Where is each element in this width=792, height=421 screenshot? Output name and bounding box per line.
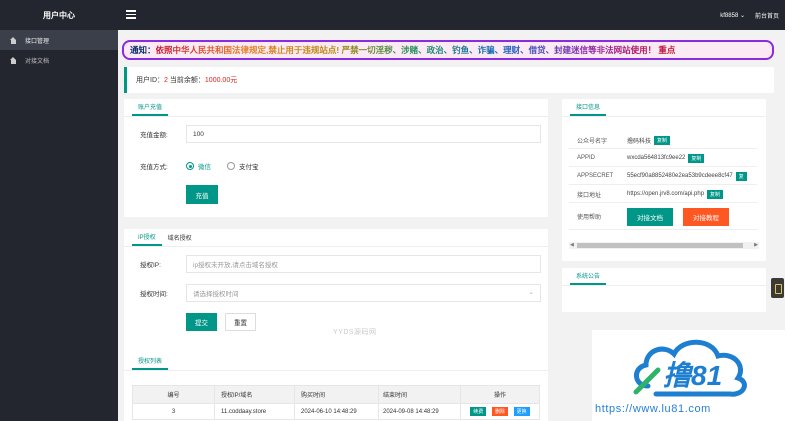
field-help: 使用帮助 对接文档 对接教程 — [569, 204, 757, 230]
radio-unchecked-icon — [227, 162, 235, 170]
method-wechat-label: 微信 — [198, 164, 211, 171]
copy-button[interactable]: 复 — [735, 171, 747, 181]
top-bar: 用户中心 kf8858 ⌄ 前台首页 — [0, 0, 785, 30]
site-logo-overlay: 撸81 https://www.lu81.com — [592, 330, 792, 421]
sidebar-item-label: 对接文档 — [25, 58, 50, 65]
cell-end-time: 2024-09-08 14:48:29 — [378, 403, 461, 420]
method-alipay[interactable]: 支付宝 — [227, 160, 259, 172]
cell-actions: 续费 删除 更换 — [460, 403, 540, 420]
sidebar-item-api-manage[interactable]: 接口管理 — [0, 30, 118, 50]
user-info-bar: 用户ID： 2 当前余额： 1000.00元 — [124, 67, 774, 93]
method-label: 充值方式: — [140, 164, 168, 171]
sidebar: 接口管理 对接文档 — [0, 30, 118, 421]
scroll-right-icon[interactable]: ▶ — [754, 242, 758, 248]
column-header: 购买时间 — [294, 385, 379, 404]
watermark-text: YYDS源码网 — [333, 329, 377, 336]
user-id-value: 2 — [164, 76, 168, 84]
sidebar-item-label: 接口管理 — [25, 38, 50, 45]
field-key: 使用帮助 — [577, 215, 602, 221]
method-alipay-label: 支付宝 — [239, 164, 259, 171]
sidebar-item-docs[interactable]: 对接文档 — [0, 50, 118, 70]
front-home-link[interactable]: 前台首页 — [755, 11, 779, 20]
page-edge — [785, 0, 792, 421]
tab-domain-auth[interactable]: 域名授权 — [162, 229, 198, 246]
home-icon — [10, 56, 17, 64]
api-info-card: 接口信息 公众号名字 撸码科技 复制 APPID wxcda564813fc9ee… — [562, 99, 766, 261]
user-menu[interactable]: kf8858 ⌄ — [720, 12, 745, 19]
notice-marquee: 通知： 依照中华人民共和国法律规定,禁止用于违规站点! 严禁一切淫秽、涉赌、政治… — [122, 40, 774, 60]
brand-title: 用户中心 — [43, 10, 75, 20]
reset-button[interactable]: 重置 — [225, 313, 256, 331]
floating-tool-icon[interactable] — [771, 278, 784, 298]
field-key: 公众号名字 — [577, 138, 608, 145]
tab-announcement[interactable]: 系统公告 — [570, 268, 607, 285]
method-wechat[interactable]: 微信 — [186, 160, 211, 172]
field-value: wxcda564813fc9ee22 — [627, 155, 686, 161]
column-header: 编号 — [132, 385, 215, 404]
auth-table: 编号 授权IP/域名 购买时间 结束时间 操作 3 11.coddaay.sto… — [132, 385, 540, 420]
field-key: APPID — [577, 155, 596, 161]
cell-domain: 11.coddaay.store — [214, 403, 295, 420]
user-id-label: 用户ID： — [136, 77, 164, 84]
field-account-name: 公众号名字 撸码科技 复制 — [569, 132, 757, 149]
chevron-down-icon: ⌄ — [528, 289, 534, 296]
scroll-left-icon[interactable]: ◀ — [570, 242, 574, 248]
recharge-card: 账户充值 充值金额: 100 充值方式: 微信 支付宝 充值 — [124, 99, 548, 217]
recharge-button[interactable]: 充值 — [186, 185, 218, 204]
balance-value: 1000.00元 — [204, 77, 238, 84]
delete-button[interactable]: 删除 — [491, 407, 508, 416]
announcement-card: 系统公告 — [562, 268, 766, 312]
copy-button[interactable]: 复制 — [707, 189, 724, 199]
balance-label: 当前余额： — [169, 77, 205, 84]
column-header: 操作 — [460, 385, 540, 404]
copy-button[interactable]: 复制 — [654, 135, 671, 145]
cell-buy-time: 2024-06-10 14:48:29 — [294, 403, 379, 420]
column-header: 授权IP/域名 — [214, 385, 295, 404]
field-api-url: 接口地址 https://open.jrv8.com/api.php 复制 — [569, 186, 757, 203]
time-label: 授权时间: — [140, 291, 168, 298]
menu-toggle-icon[interactable] — [126, 10, 136, 19]
tab-ip-auth[interactable]: IP授权 — [132, 229, 162, 246]
change-button[interactable]: 更换 — [513, 407, 530, 416]
top-right-nav: kf8858 ⌄ 前台首页 — [720, 0, 779, 30]
copy-button[interactable]: 复制 — [688, 153, 705, 163]
api-tutorial-button[interactable]: 对接教程 — [683, 207, 729, 226]
scrollbar-thumb[interactable] — [577, 243, 743, 248]
field-appsecret: APPSECRET 55ecf90a8852480e2ea53b9cdeee8c… — [569, 168, 757, 185]
radio-checked-icon — [186, 162, 194, 170]
time-select[interactable]: 请选择授权时间 ⌄ — [186, 284, 541, 302]
amount-label: 充值金额: — [140, 132, 168, 139]
ip-input[interactable]: ip授权未开放,请点击域名授权 — [186, 255, 541, 273]
logo-text: 撸81 — [663, 360, 723, 391]
user-name: kf8858 — [720, 12, 739, 19]
auth-list-card: 授权列表 编号 授权IP/域名 购买时间 结束时间 操作 3 11.coddaa… — [124, 353, 548, 421]
column-header: 结束时间 — [378, 385, 461, 404]
submit-button[interactable]: 提交 — [186, 313, 217, 331]
field-value: 55ecf90a8852480e2ea53b9cdeee8cf47 — [627, 173, 733, 179]
chevron-down-icon: ⌄ — [739, 12, 745, 19]
cell-id: 3 — [132, 403, 215, 420]
time-select-placeholder: 请选择授权时间 — [193, 291, 239, 298]
ip-label: 授权IP: — [140, 262, 161, 269]
notice-label: 通知： — [130, 45, 156, 55]
renew-button[interactable]: 续费 — [470, 407, 487, 416]
logo-url: https://www.lu81.com — [595, 403, 711, 415]
tab-recharge[interactable]: 账户充值 — [132, 99, 169, 116]
field-value: https://open.jrv8.com/api.php — [627, 191, 705, 197]
field-key: APPSECRET — [577, 173, 614, 179]
horizontal-scrollbar[interactable]: ◀ ▶ — [569, 242, 759, 249]
field-appid: APPID wxcda564813fc9ee22 复制 — [569, 150, 757, 167]
table-header-row: 编号 授权IP/域名 购买时间 结束时间 操作 — [132, 385, 540, 404]
home-icon — [10, 36, 17, 44]
tab-auth-list[interactable]: 授权列表 — [132, 353, 169, 370]
tab-api-info[interactable]: 接口信息 — [570, 99, 607, 116]
notice-message: 依照中华人民共和国法律规定,禁止用于违规站点! 严禁一切淫秽、涉赌、政治、钓鱼、… — [155, 45, 676, 55]
api-doc-button[interactable]: 对接文档 — [627, 207, 673, 226]
field-value: 撸码科技 — [627, 138, 652, 145]
amount-input[interactable]: 100 — [186, 125, 541, 143]
table-row: 3 11.coddaay.store 2024-06-10 14:48:29 2… — [132, 403, 540, 420]
field-key: 接口地址 — [577, 192, 602, 199]
